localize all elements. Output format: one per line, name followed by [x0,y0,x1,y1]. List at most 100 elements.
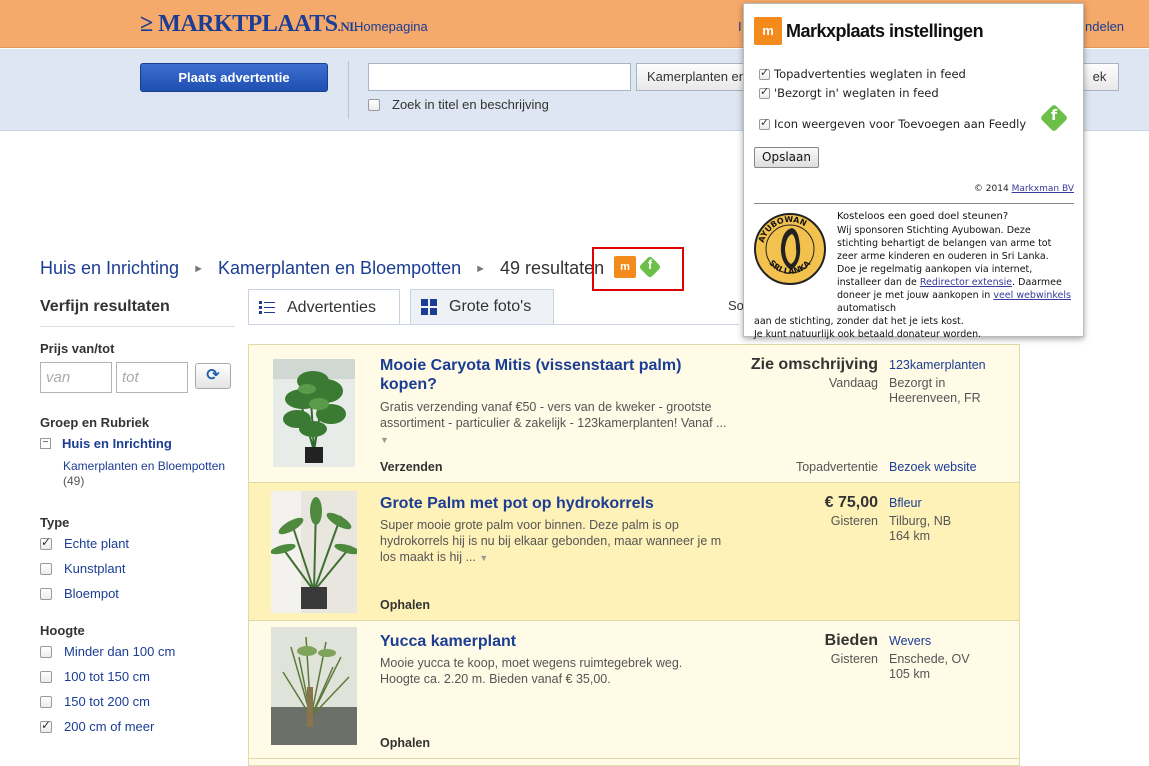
tab-label: Grote foto's [449,298,532,315]
popup-option-1[interactable]: 'Bezorgt in' weglaten in feed [759,85,939,100]
settings-popup: m Markxplaats instellingen Topadvertenti… [743,3,1084,340]
checkbox[interactable] [759,85,770,99]
sidebar-title: Verfijn resultaten [40,298,235,327]
price-to-input[interactable]: tot [116,362,188,393]
refresh-icon[interactable]: ⟳ [195,363,231,389]
title-desc-option: Zoek in titel en beschrijving [368,97,549,112]
height-label: Hoogte [40,623,85,638]
title-desc-checkbox[interactable] [368,98,380,111]
checkbox[interactable] [40,645,52,658]
category-select[interactable]: Kamerplanten en [636,63,746,91]
checkbox[interactable] [40,718,52,733]
listing-seller[interactable]: Bfleur [889,496,922,511]
sidebar-filters: Verfijn resultaten Prijs van/tot van tot… [40,298,235,756]
filter-type-0[interactable]: Echte plant [40,535,235,551]
charity-line: doneer je met jouw aankopen in veel webw… [754,289,1078,315]
listing-description: Gratis verzending vanaf €50 - vers van d… [380,399,735,448]
price-label: Prijs van/tot [40,341,115,356]
tab-underline [248,324,739,325]
save-button[interactable]: Opslaan [754,147,819,168]
filter-label[interactable]: Bloempot [64,586,119,601]
site-logo[interactable]: ≥ MARKTPLAATS.NL [140,11,358,38]
filter-label[interactable]: 200 cm of meer [64,719,154,734]
visit-website-link[interactable]: Bezoek website [889,460,977,474]
filter-height-1[interactable]: 100 tot 150 cm [40,669,235,684]
filter-type-2[interactable]: Bloempot [40,586,235,601]
copyright: © 2014 Markxman BV [974,184,1074,194]
filter-height-0[interactable]: Minder dan 100 cm [40,644,235,659]
charity-fragment: . Daarmee [1012,277,1062,288]
price-range: van tot ⟳ [40,362,235,393]
breadcrumb-level2[interactable]: Kamerplanten en Bloempotten [218,258,461,279]
listing-title[interactable]: Yucca kamerplant [380,632,720,651]
charity-line: Doe je regelmatig aankopen via internet, [837,264,1033,275]
search-input[interactable] [368,63,631,91]
group-main-link[interactable]: Huis en Inrichting [62,436,172,451]
collapse-icon[interactable]: − [40,438,51,449]
grid-icon [421,299,437,315]
listing-location: Tilburg, NB 164 km [889,514,1014,544]
popup-option-0[interactable]: Topadvertenties weglaten in feed [759,66,966,81]
filter-height-2[interactable]: 150 tot 200 cm [40,694,235,709]
listing-price: € 75,00 [824,494,878,511]
listing-title[interactable]: Mooie Caryota Mitis (vissenstaart palm) … [380,356,720,394]
listing-seller[interactable]: Wevers [889,634,931,649]
filter-label[interactable]: Minder dan 100 cm [64,644,175,659]
checkbox[interactable] [40,695,52,708]
post-ad-button[interactable]: Plaats advertentie [140,63,328,92]
checkbox[interactable] [40,535,52,550]
listing-item[interactable]: Grote Palm met pot op hydrokorrels Super… [249,483,1019,621]
checkbox[interactable] [759,116,770,130]
listing-thumbnail[interactable] [271,627,357,745]
listing-city: Enschede, OV [889,652,970,666]
copyright-link[interactable]: Markxman BV [1012,184,1074,194]
filter-type-1[interactable]: Kunstplant [40,561,235,576]
logo-text: MARKTPLAATS [158,11,338,37]
feedly-icon [1040,104,1068,132]
checkbox[interactable] [40,670,52,683]
listing-item [249,759,1019,765]
webshops-link[interactable]: veel webwinkels [993,290,1071,301]
group-sub[interactable]: Kamerplanten en Bloempotten (49) [40,459,235,489]
height-filter: Hoogte Minder dan 100 cm 100 tot 150 cm … [40,623,235,734]
listing-seller[interactable]: 123kamerplanten [889,358,986,373]
result-count: 49 resultaten [500,258,605,278]
listing-thumbnail[interactable] [271,491,357,613]
tab-grote-fotos[interactable]: Grote foto's [410,289,554,324]
checkbox[interactable] [40,562,52,575]
tab-advertenties[interactable]: Advertenties [248,289,400,325]
listing-item[interactable]: Yucca kamerplant Mooie yucca te koop, mo… [249,621,1019,759]
filter-label[interactable]: Echte plant [64,536,129,551]
nav-link-partial-right[interactable]: ndelen [1085,19,1124,34]
listing-date: Gisteren [830,514,878,528]
popup-option-2[interactable]: Icon weergeven voor Toevoegen aan Feedly [759,116,1026,131]
listing-thumbnail[interactable] [273,359,355,467]
charity-line: Wij sponsoren Stichting Ayubowan. Deze [837,225,1031,236]
search-button[interactable]: ek [1080,63,1119,91]
group-main[interactable]: − Huis en Inrichting [40,436,235,451]
price-from-input[interactable]: van [40,362,112,393]
group-sub-link[interactable]: Kamerplanten en Bloempotten [63,459,225,473]
sort-label[interactable]: So [728,298,744,313]
filter-label[interactable]: Kunstplant [64,561,125,576]
expand-icon[interactable]: ▼ [380,435,389,445]
listing-title[interactable]: Grote Palm met pot op hydrokorrels [380,494,720,513]
breadcrumb-level1[interactable]: Huis en Inrichting [40,258,179,279]
checkbox[interactable] [40,587,52,600]
tab-label: Advertenties [287,298,376,316]
expand-icon[interactable]: ▼ [479,553,488,563]
charity-fragment: automatisch [837,303,897,314]
list-icon [259,301,275,314]
filter-label[interactable]: 150 tot 200 cm [64,694,150,709]
listing-distance: 105 km [889,667,930,681]
charity-line: zeer arme kinderen en ouderen in Sri Lan… [837,251,1049,262]
filter-height-3[interactable]: 200 cm of meer [40,718,235,734]
nav-home-link[interactable]: Homepagina [354,19,428,34]
charity-line: stichting behartigt de belangen van arme… [837,238,1052,249]
breadcrumb-separator-icon: ► [475,262,487,275]
checkbox[interactable] [759,66,770,80]
redirector-link[interactable]: Redirector extensie [920,277,1012,288]
listing-item[interactable]: Mooie Caryota Mitis (vissenstaart palm) … [249,345,1019,483]
nav-link-partial[interactable]: I [738,19,742,34]
filter-label[interactable]: 100 tot 150 cm [64,669,150,684]
